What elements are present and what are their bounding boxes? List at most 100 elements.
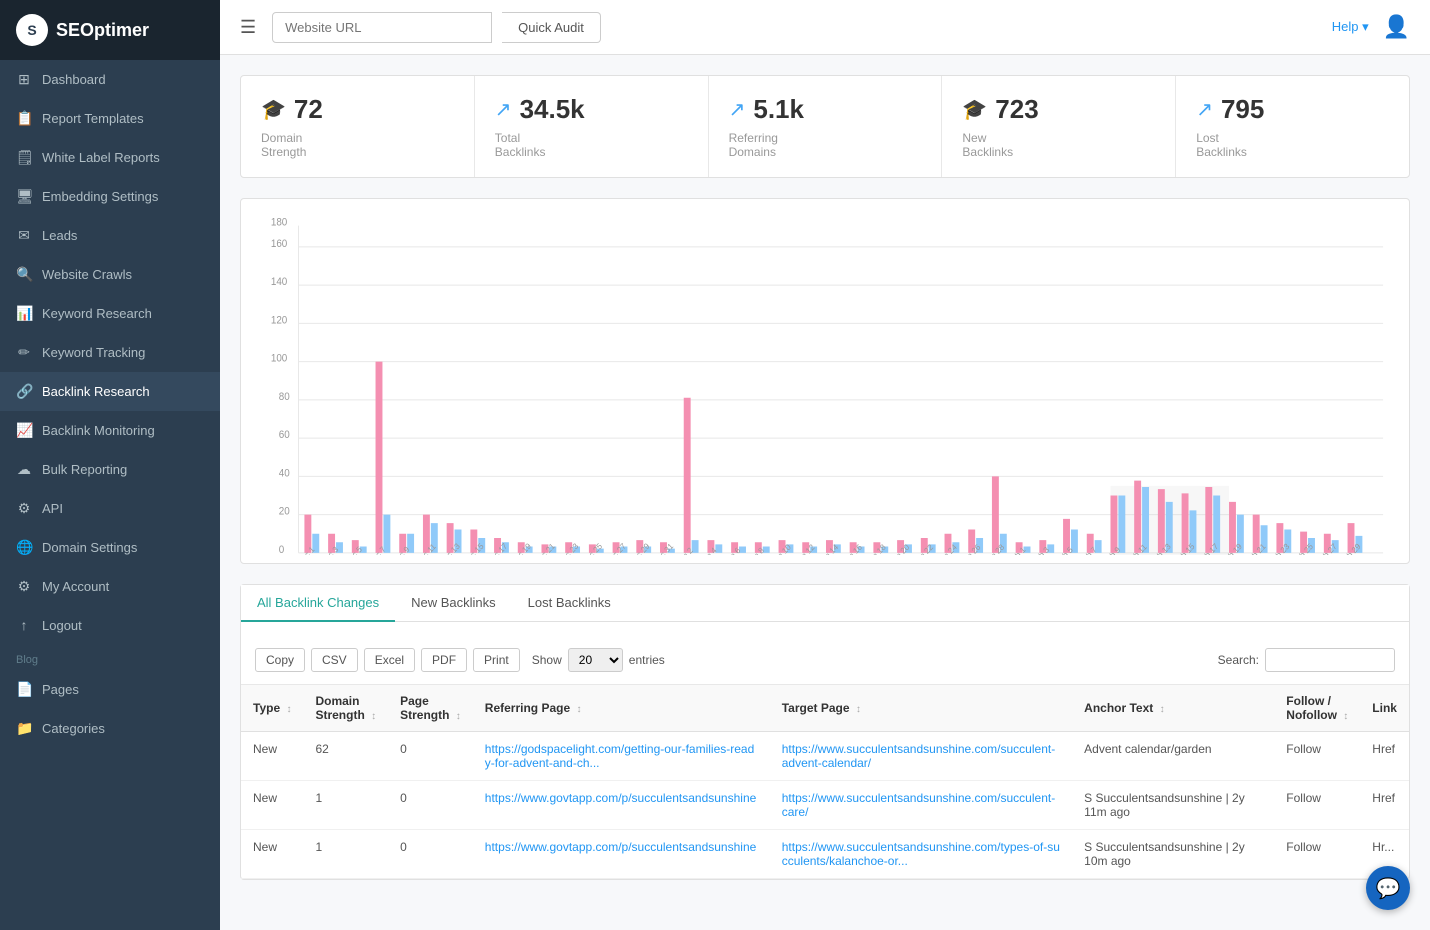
sidebar-item-website-crawls[interactable]: 🔍 Website Crawls [0, 255, 220, 294]
svg-text:0: 0 [279, 545, 285, 555]
print-button[interactable]: Print [473, 648, 520, 672]
new-backlinks-value: 723 [995, 94, 1038, 125]
sidebar-item-logout[interactable]: ↑ Logout [0, 606, 220, 644]
target-page-link[interactable]: https://www.succulentsandsunshine.com/ty… [782, 840, 1060, 868]
new-backlinks-icon: 🎓 [962, 97, 987, 122]
target-page-link[interactable]: https://www.succulentsandsunshine.com/su… [782, 791, 1055, 819]
svg-text:140: 140 [271, 277, 288, 288]
categories-icon: 📁 [16, 720, 32, 737]
stats-row: 🎓 72 DomainStrength ↗ 34.5k TotalBacklin… [240, 75, 1410, 178]
show-label: Show [532, 653, 562, 667]
stat-top: ↗ 5.1k [729, 94, 922, 125]
sidebar-item-label: Pages [42, 682, 79, 697]
embedding-icon: 🖥 [16, 188, 32, 205]
stat-top: ↗ 795 [1196, 94, 1389, 125]
tab-lost-backlinks[interactable]: Lost Backlinks [512, 585, 627, 622]
main-content: ☰ Quick Audit Help ▾ 👤 🎓 72 DomainStreng… [220, 0, 1430, 930]
search-label: Search: [1218, 653, 1259, 667]
pages-icon: 📄 [16, 681, 32, 698]
sidebar-item-label: My Account [42, 579, 109, 594]
referring-page-link[interactable]: https://godspacelight.com/getting-our-fa… [485, 742, 754, 770]
cell-target-page: https://www.succulentsandsunshine.com/su… [770, 732, 1072, 781]
user-avatar-icon[interactable]: 👤 [1383, 14, 1410, 40]
white-label-icon: 🗒 [16, 149, 32, 166]
my-account-icon: ⚙ [16, 578, 32, 595]
tab-new-backlinks[interactable]: New Backlinks [395, 585, 512, 622]
col-follow[interactable]: Follow /Nofollow ↕ [1274, 685, 1360, 732]
cell-page-strength: 0 [388, 781, 473, 830]
target-page-link[interactable]: https://www.succulentsandsunshine.com/su… [782, 742, 1055, 770]
sidebar-item-categories[interactable]: 📁 Categories [0, 709, 220, 748]
table-body: New 62 0 https://godspacelight.com/getti… [241, 732, 1409, 879]
domain-settings-icon: 🌐 [16, 539, 32, 556]
chat-button[interactable]: 💬 [1366, 866, 1410, 910]
col-anchor-text[interactable]: Anchor Text ↕ [1072, 685, 1274, 732]
col-link[interactable]: Link [1360, 685, 1409, 732]
table-toolbar: Copy CSV Excel PDF Print Show 20 10 50 1… [241, 636, 1409, 685]
sidebar-nav: ⊞ Dashboard 📋 Report Templates 🗒 White L… [0, 60, 220, 748]
dashboard-icon: ⊞ [16, 71, 32, 88]
search-input[interactable] [1265, 648, 1395, 672]
lost-backlinks-icon: ↗ [1196, 97, 1213, 122]
sidebar-item-label: Embedding Settings [42, 189, 158, 204]
stat-top: 🎓 72 [261, 94, 454, 125]
sidebar-item-domain-settings[interactable]: 🌐 Domain Settings [0, 528, 220, 567]
logo-icon: S [16, 14, 48, 46]
backlink-research-icon: 🔗 [16, 383, 32, 400]
leads-icon: ✉ [16, 227, 32, 244]
cell-target-page: https://www.succulentsandsunshine.com/su… [770, 781, 1072, 830]
sidebar-item-api[interactable]: ⚙ API [0, 489, 220, 528]
col-page-strength[interactable]: PageStrength ↕ [388, 685, 473, 732]
cell-type: New [241, 732, 303, 781]
sidebar-item-bulk-reporting[interactable]: ☁ Bulk Reporting [0, 450, 220, 489]
help-button[interactable]: Help ▾ [1332, 19, 1369, 35]
sidebar-item-label: Backlink Research [42, 384, 150, 399]
sidebar-item-white-label[interactable]: 🗒 White Label Reports [0, 138, 220, 177]
col-type[interactable]: Type ↕ [241, 685, 303, 732]
sidebar-item-embedding[interactable]: 🖥 Embedding Settings [0, 177, 220, 216]
quick-audit-button[interactable]: Quick Audit [502, 12, 601, 43]
sidebar-item-label: Categories [42, 721, 105, 736]
col-target-page[interactable]: Target Page ↕ [770, 685, 1072, 732]
copy-button[interactable]: Copy [255, 648, 305, 672]
logo[interactable]: S SEOptimer [0, 0, 220, 60]
sidebar-item-pages[interactable]: 📄 Pages [0, 670, 220, 709]
svg-text:20: 20 [279, 506, 290, 517]
sidebar-item-leads[interactable]: ✉ Leads [0, 216, 220, 255]
api-icon: ⚙ [16, 500, 32, 517]
sidebar-item-label: Report Templates [42, 111, 144, 126]
sidebar-item-keyword-research[interactable]: 📊 Keyword Research [0, 294, 220, 333]
sidebar-item-my-account[interactable]: ⚙ My Account [0, 567, 220, 606]
svg-text:180: 180 [271, 217, 288, 228]
sidebar-item-report-templates[interactable]: 📋 Report Templates [0, 99, 220, 138]
backlink-chart: 0 20 40 60 80 100 120 140 160 180 [257, 215, 1393, 555]
col-domain-strength[interactable]: DomainStrength ↕ [303, 685, 388, 732]
referring-page-link[interactable]: https://www.govtapp.com/p/succulentsands… [485, 791, 757, 805]
entries-select[interactable]: 20 10 50 100 [568, 648, 623, 672]
hamburger-icon[interactable]: ☰ [240, 17, 256, 38]
sidebar-item-label: API [42, 501, 63, 516]
keyword-research-icon: 📊 [16, 305, 32, 322]
sidebar-item-label: Backlink Monitoring [42, 423, 155, 438]
sidebar-item-backlink-monitoring[interactable]: 📈 Backlink Monitoring [0, 411, 220, 450]
header-right: Help ▾ 👤 [1332, 14, 1410, 40]
sidebar-item-label: Domain Settings [42, 540, 137, 555]
stat-referring-domains: ↗ 5.1k ReferringDomains [709, 76, 943, 177]
cell-page-strength: 0 [388, 830, 473, 879]
csv-button[interactable]: CSV [311, 648, 358, 672]
svg-text:100: 100 [271, 353, 288, 364]
url-input[interactable] [272, 12, 492, 43]
cell-follow: Follow [1274, 830, 1360, 879]
referring-page-link[interactable]: https://www.govtapp.com/p/succulentsands… [485, 840, 757, 854]
pdf-button[interactable]: PDF [421, 648, 467, 672]
sidebar-item-backlink-research[interactable]: 🔗 Backlink Research [0, 372, 220, 411]
tab-all-backlink[interactable]: All Backlink Changes [241, 585, 395, 622]
total-backlinks-value: 34.5k [520, 94, 585, 125]
sidebar-item-keyword-tracking[interactable]: ✏ Keyword Tracking [0, 333, 220, 372]
col-referring-page[interactable]: Referring Page ↕ [473, 685, 770, 732]
lost-backlinks-value: 795 [1221, 94, 1264, 125]
logout-icon: ↑ [16, 617, 32, 633]
sidebar-item-label: Dashboard [42, 72, 106, 87]
excel-button[interactable]: Excel [364, 648, 415, 672]
sidebar-item-dashboard[interactable]: ⊞ Dashboard [0, 60, 220, 99]
